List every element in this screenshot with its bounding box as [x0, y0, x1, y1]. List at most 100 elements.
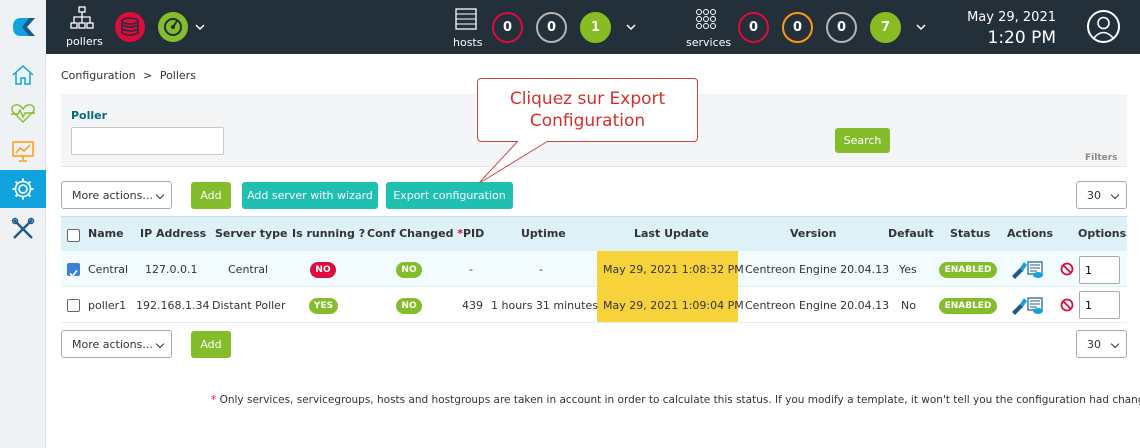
services-ok-counter[interactable]: 7	[870, 12, 901, 43]
cell-server-type: Distant Poller	[212, 299, 286, 312]
hosts-down-counter[interactable]: 0	[492, 12, 523, 43]
conf-changed-badge: NO	[396, 262, 422, 278]
cell-default: No	[901, 299, 916, 312]
cell-name[interactable]: Central	[88, 263, 128, 276]
sidebar-item-configuration[interactable]	[0, 170, 46, 208]
add-button-bottom[interactable]: Add	[191, 331, 231, 358]
sidebar-item-administration[interactable]	[0, 210, 46, 248]
cell-uptime: -	[539, 263, 543, 276]
option-quantity-input[interactable]: 1	[1079, 291, 1120, 319]
col-status[interactable]: Status	[950, 227, 990, 240]
col-is-running[interactable]: Is running ?	[292, 227, 365, 240]
services-menu[interactable]: services	[683, 8, 731, 50]
services-label: services	[686, 36, 732, 49]
more-actions-select[interactable]: More actions...	[61, 181, 172, 209]
callout-pointer	[477, 140, 549, 185]
top-bar: pollers hosts 0 0 1 services 0 0 0 7 May…	[0, 0, 1140, 54]
current-date: May 29, 2021	[967, 10, 1056, 25]
cell-ip: 127.0.0.1	[145, 263, 198, 276]
breadcrumb-separator: >	[143, 69, 153, 82]
checkmark-icon	[69, 269, 78, 278]
callout-line-1: Cliquez sur Export	[509, 89, 666, 109]
page-size-value: 30	[1087, 188, 1101, 202]
page-size-select-bottom[interactable]: 30	[1076, 330, 1127, 358]
search-button[interactable]: Search	[835, 128, 890, 153]
home-icon	[12, 64, 34, 85]
is-running-badge: NO	[310, 262, 336, 278]
pollers-menu[interactable]: pollers	[62, 6, 103, 50]
chevron-down-icon	[155, 190, 165, 200]
services-warning-counter[interactable]: 0	[782, 12, 813, 43]
poller-search-input[interactable]	[71, 127, 224, 155]
current-time: 1:20 PM	[987, 28, 1057, 48]
cell-version: Centreon Engine 20.04.13	[745, 299, 890, 312]
col-actions[interactable]: Actions	[1007, 227, 1053, 240]
col-conf-changed[interactable]: Conf Changed *	[367, 227, 463, 240]
edit-view-icon[interactable]	[1010, 259, 1046, 279]
database-status-icon[interactable]	[114, 11, 146, 43]
disable-icon[interactable]	[1060, 262, 1074, 276]
table-header: Name IP Address Server type Is running ?…	[61, 216, 1127, 251]
add-server-wizard-button[interactable]: Add server with wizard	[242, 182, 378, 209]
sidebar	[0, 54, 46, 448]
pollers-label: pollers	[66, 35, 103, 48]
instruction-callout: Cliquez sur Export Configuration	[477, 78, 698, 142]
sidebar-item-reporting[interactable]	[0, 132, 46, 170]
cell-last-update: May 29, 2021 1:08:32 PM	[603, 263, 744, 276]
option-quantity-input[interactable]: 1	[1079, 256, 1120, 284]
row-checkbox-checked[interactable]	[67, 263, 80, 278]
breadcrumb-pollers[interactable]: Pollers	[160, 69, 196, 82]
page-size-value: 30	[1087, 337, 1101, 351]
col-ip-address[interactable]: IP Address	[140, 227, 206, 240]
cell-uptime: 1 hours 31 minutes	[491, 299, 598, 312]
export-configuration-button[interactable]: Export configuration	[386, 182, 513, 209]
broker-status-icon[interactable]	[157, 11, 189, 43]
centreon-logo[interactable]	[0, 0, 46, 54]
filters-toggle[interactable]: Filters	[1085, 153, 1118, 163]
col-version[interactable]: Version	[790, 227, 837, 240]
sidebar-item-monitoring[interactable]	[0, 94, 46, 132]
hosts-unreachable-counter[interactable]: 0	[536, 12, 567, 43]
hosts-menu[interactable]: hosts	[450, 8, 486, 50]
chevron-down-icon[interactable]	[195, 22, 205, 32]
more-actions-label: More actions...	[72, 188, 153, 202]
row-checkbox[interactable]	[67, 299, 80, 312]
col-server-type[interactable]: Server type	[215, 227, 287, 240]
cell-version: Centreon Engine 20.04.13	[745, 263, 890, 276]
col-last-update[interactable]: Last Update	[634, 227, 709, 240]
chevron-down-icon[interactable]	[626, 22, 636, 32]
is-running-badge: YES	[309, 298, 338, 314]
tools-icon	[11, 217, 35, 239]
col-uptime[interactable]: Uptime	[521, 227, 566, 240]
add-button[interactable]: Add	[191, 182, 231, 209]
cell-ip: 192.168.1.34	[136, 299, 210, 312]
col-default[interactable]: Default	[888, 227, 934, 240]
hosts-label: hosts	[453, 36, 483, 49]
cell-name[interactable]: poller1	[88, 299, 126, 312]
services-critical-counter[interactable]: 0	[738, 12, 769, 43]
sidebar-item-home[interactable]	[0, 56, 46, 94]
chart-board-icon	[12, 141, 34, 162]
col-name[interactable]: Name	[88, 227, 124, 240]
col-options[interactable]: Options	[1078, 227, 1126, 240]
more-actions-select-bottom[interactable]: More actions...	[61, 330, 172, 358]
cell-pid: -	[469, 263, 473, 276]
breadcrumb: Configuration > Pollers	[61, 69, 196, 82]
col-pid[interactable]: PID	[463, 227, 484, 240]
more-actions-label: More actions...	[72, 337, 153, 351]
user-profile-icon[interactable]	[1087, 10, 1120, 43]
chevron-down-icon[interactable]	[916, 22, 926, 32]
footnote: * Only services, servicegroups, hosts an…	[211, 394, 1140, 406]
cell-server-type: Central	[228, 263, 269, 276]
page-size-select[interactable]: 30	[1076, 181, 1127, 209]
status-badge: ENABLED	[939, 298, 997, 314]
edit-view-icon[interactable]	[1010, 295, 1046, 315]
breadcrumb-configuration[interactable]: Configuration	[61, 69, 136, 82]
disable-icon[interactable]	[1060, 298, 1074, 312]
select-all-checkbox[interactable]	[67, 229, 80, 242]
server-icon	[455, 8, 477, 30]
services-unknown-counter[interactable]: 0	[826, 12, 857, 43]
conf-changed-badge: NO	[396, 298, 422, 314]
callout-line-2: Configuration	[529, 111, 646, 131]
hosts-up-counter[interactable]: 1	[580, 12, 611, 43]
